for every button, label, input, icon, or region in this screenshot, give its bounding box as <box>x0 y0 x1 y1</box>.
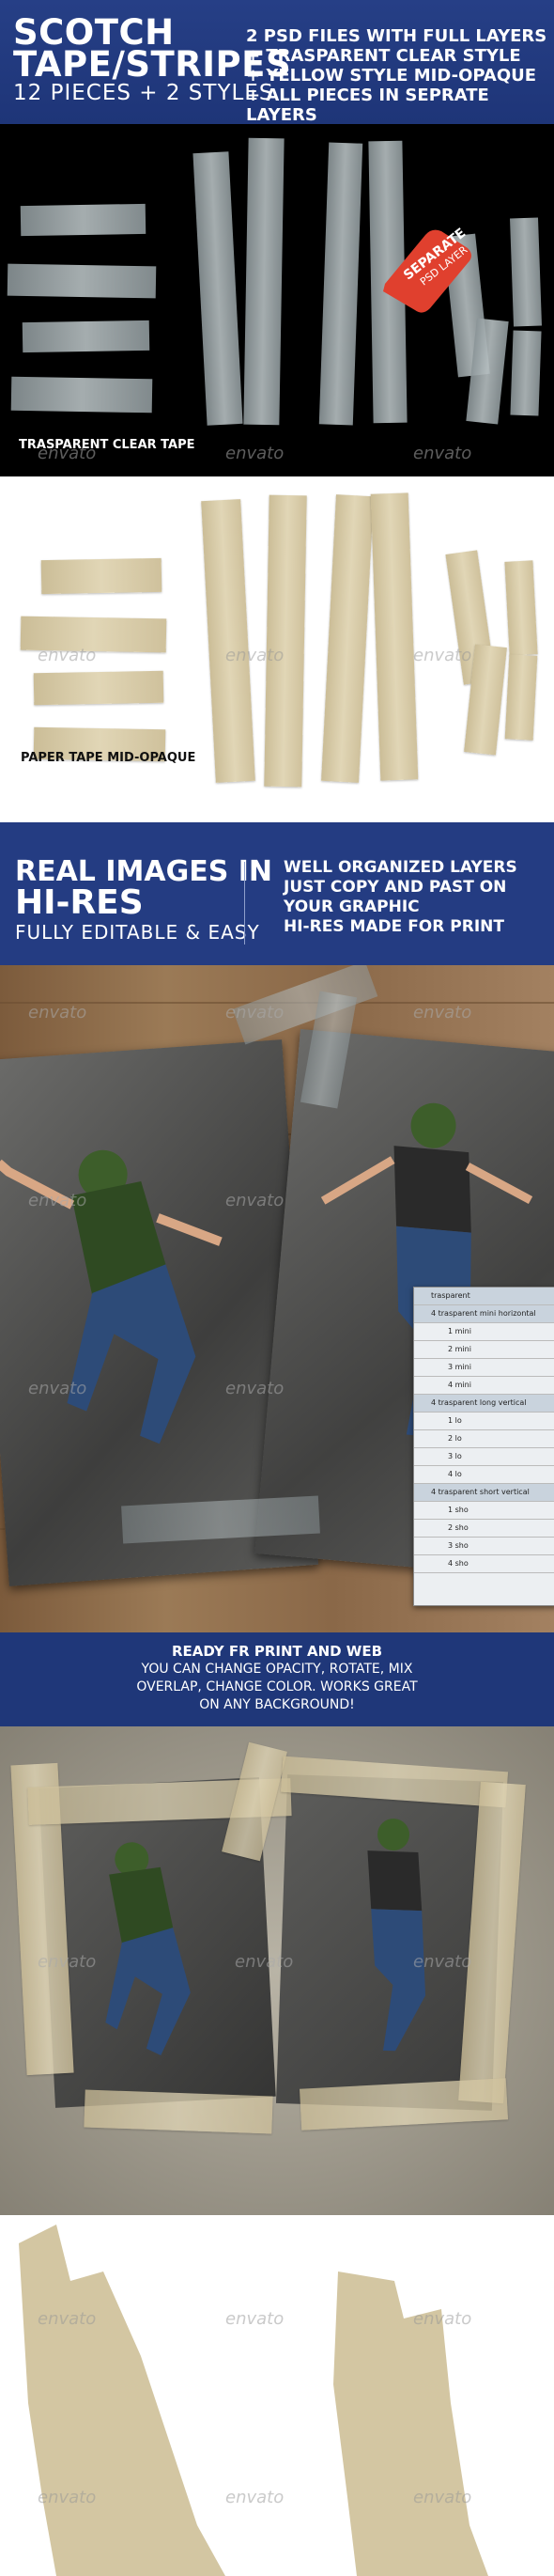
clear-tape-strip <box>510 217 542 327</box>
watermark-text: envato <box>28 1003 87 1023</box>
layer-row[interactable]: 3 sho <box>414 1538 554 1555</box>
print-web-banner: READY FR PRINT AND WEB YOU CAN CHANGE OP… <box>0 1632 554 1726</box>
paper-tape-caption: PAPER TAPE MID-OPAQUE <box>21 751 196 765</box>
layer-row[interactable]: 2 sho <box>414 1520 554 1538</box>
header-banner: SCOTCH TAPE/STRIPES 12 PIECES + 2 STYLES… <box>0 0 554 125</box>
wood-photo-section: trasparent 4 trasparent mini horizontal … <box>0 965 554 1632</box>
feature-item: + ALL PIECES IN SEPRATE LAYERS <box>246 86 489 125</box>
watermark-text: envato <box>225 1003 285 1023</box>
layer-row[interactable]: trasparent <box>414 1288 554 1305</box>
watermark-text: envato <box>38 2488 97 2507</box>
clear-tape-strip <box>22 320 150 353</box>
watermark-text: envato <box>225 444 285 463</box>
layer-row[interactable]: 1 mini <box>414 1323 554 1341</box>
print-description: YOU CAN CHANGE OPACITY, ROTATE, MIX OVER… <box>0 1661 554 1714</box>
watermark-text: envato <box>413 1003 472 1023</box>
layer-row[interactable]: 4 trasparent long vertical <box>414 1395 554 1413</box>
paper-tape-strip <box>321 494 374 783</box>
print-line: OVERLAP, CHANGE COLOR. WORKS GREAT <box>136 1679 418 1694</box>
watermark-text: envato <box>225 2488 285 2507</box>
watermark-text: envato <box>413 444 472 463</box>
hires-banner: REAL IMAGES IN HI-RES FULLY EDITABLE & E… <box>0 822 554 965</box>
watermark-text: envato <box>413 2488 472 2507</box>
layer-row[interactable]: 4 sho <box>414 1555 554 1573</box>
watermark-text: envato <box>38 1952 97 1972</box>
layers-panel: trasparent 4 trasparent mini horizontal … <box>413 1287 554 1606</box>
hires-note: JUST COPY AND PAST ON <box>284 878 507 897</box>
hires-note: HI-RES MADE FOR PRINT <box>284 917 504 936</box>
watermark-text: envato <box>38 2309 97 2329</box>
print-heading: READY FR PRINT AND WEB <box>171 1643 383 1660</box>
layer-row[interactable]: 4 mini <box>414 1377 554 1395</box>
clear-tape-strip <box>10 376 153 414</box>
watermark-text: envato <box>28 1191 87 1210</box>
watermark-text: envato <box>413 1952 472 1972</box>
layer-row[interactable]: 1 sho <box>414 1502 554 1520</box>
watermark-text: envato <box>225 2309 285 2329</box>
feature-item: 2 PSD FILES WITH FULL LAYERS <box>246 26 547 46</box>
layer-row[interactable]: 3 mini <box>414 1359 554 1377</box>
watermark-text: envato <box>28 1379 87 1398</box>
hires-note: YOUR GRAPHIC <box>284 898 420 916</box>
layer-row[interactable]: 4 trasparent mini horizontal <box>414 1305 554 1323</box>
print-line: ON ANY BACKGROUND! <box>199 1697 355 1712</box>
watermark-text: envato <box>225 646 285 665</box>
watermark-text: envato <box>413 646 472 665</box>
concrete-photo-section: envato envato envato <box>0 1726 554 2215</box>
hires-title-line-1: REAL IMAGES IN <box>15 855 273 888</box>
paper-tape-strip <box>40 557 162 595</box>
clear-tape-caption: TRASPARENT CLEAR TAPE <box>19 438 195 452</box>
paper-tape-strip <box>33 670 164 706</box>
layer-row[interactable]: 4 trasparent short vertical <box>414 1484 554 1502</box>
watermark-text: envato <box>225 1379 285 1398</box>
clear-tape-strip <box>510 330 542 416</box>
hires-title-line-3: FULLY EDITABLE & EASY <box>15 921 260 944</box>
hires-title-line-2: HI-RES <box>15 883 144 922</box>
watermark-text: envato <box>413 2309 472 2329</box>
paper-tape-strip <box>504 560 538 656</box>
paper-tape-strip <box>370 492 419 781</box>
clear-tape-strip <box>20 203 146 237</box>
paper-tape-strip <box>84 2089 273 2134</box>
torn-tape-icon <box>19 2225 488 2576</box>
clear-tape-strip <box>192 151 243 426</box>
layer-row[interactable]: 4 lo <box>414 1466 554 1484</box>
feature-item: + TRASPARENT CLEAR STYLE <box>246 46 521 66</box>
torn-tape-section: envato envato envato envato envato envat… <box>0 2215 554 2576</box>
paper-tape-strip <box>201 499 255 783</box>
layer-row[interactable]: 1 lo <box>414 1413 554 1430</box>
paper-tape-strip <box>264 494 307 788</box>
paper-tape-strip <box>504 654 538 741</box>
watermark-text: envato <box>235 1952 294 1972</box>
print-line: YOU CAN CHANGE OPACITY, ROTATE, MIX <box>141 1662 413 1677</box>
clear-tape-strip <box>243 137 285 426</box>
layer-row[interactable]: 2 lo <box>414 1430 554 1448</box>
separate-layer-badge: SEPARATE PSD LAYER <box>374 218 477 321</box>
clear-tape-strip <box>318 142 363 426</box>
feature-list: 2 PSD FILES WITH FULL LAYERS + TRASPAREN… <box>246 26 554 125</box>
clear-tape-section: SEPARATE PSD LAYER envato envato envato … <box>0 124 554 476</box>
layer-row[interactable]: 2 mini <box>414 1341 554 1359</box>
hires-notes: WELL ORGANIZED LAYERS JUST COPY AND PAST… <box>284 858 517 937</box>
paper-tape-section: envato envato envato PAPER TAPE MID-OPAQ… <box>0 476 554 822</box>
watermark-text: envato <box>38 646 97 665</box>
watermark-text: envato <box>225 1191 285 1210</box>
hires-note: WELL ORGANIZED LAYERS <box>284 858 517 877</box>
divider <box>244 862 245 945</box>
feature-item: + YELLOW STYLE MID-OPAQUE <box>246 66 537 86</box>
layer-row[interactable]: 3 lo <box>414 1448 554 1466</box>
clear-tape-strip <box>7 263 157 299</box>
